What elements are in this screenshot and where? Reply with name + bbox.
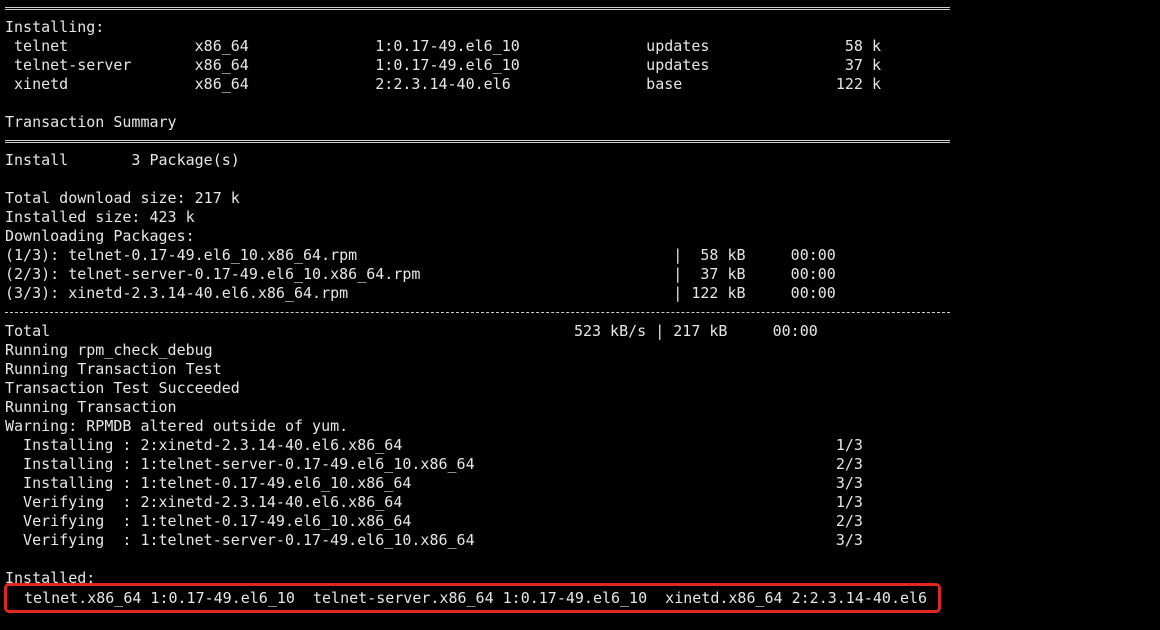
verify-progress-row: Verifying : 2:xinetd-2.3.14-40.el6.x86_6… xyxy=(5,493,863,511)
verify-progress-row: Verifying : 1:telnet-0.17-49.el6_10.x86_… xyxy=(5,512,863,530)
terminal-line: Transaction Test Succeeded xyxy=(5,379,240,397)
terminal-line: Installing: xyxy=(5,18,105,36)
package-row-xinetd: xinetd x86_64 2:2.3.14-40.el6 base 122 k xyxy=(5,75,881,93)
total-download-size: Total download size: 217 k xyxy=(5,189,240,207)
download-total: Total 523 kB/s | 217 kB 00:00 xyxy=(5,322,818,340)
terminal-line: Running Transaction xyxy=(5,398,177,416)
terminal-output[interactable]: Installing: telnet x86_64 1:0.17-49.el6_… xyxy=(5,0,1155,588)
downloading-heading: Downloading Packages: xyxy=(5,227,195,245)
separator-dashed xyxy=(5,303,1155,322)
terminal-line: Running rpm_check_debug xyxy=(5,341,213,359)
separator-double xyxy=(5,132,1155,151)
terminal-line: Running Transaction Test xyxy=(5,360,222,378)
install-progress-row: Installing : 1:telnet-0.17-49.el6_10.x86… xyxy=(5,474,863,492)
install-count: Install 3 Package(s) xyxy=(5,151,240,169)
download-row: (1/3): telnet-0.17-49.el6_10.x86_64.rpm … xyxy=(5,246,836,264)
separator-double xyxy=(5,0,1155,18)
download-row: (2/3): telnet-server-0.17-49.el6_10.x86_… xyxy=(5,265,836,283)
warning-line: Warning: RPMDB altered outside of yum. xyxy=(5,417,349,435)
download-row: (3/3): xinetd-2.3.14-40.el6.x86_64.rpm |… xyxy=(5,284,836,302)
install-progress-row: Installing : 2:xinetd-2.3.14-40.el6.x86_… xyxy=(5,436,863,454)
verify-progress-row: Verifying : 1:telnet-server-0.17-49.el6_… xyxy=(5,531,863,549)
installed-size: Installed size: 423 k xyxy=(5,208,195,226)
installed-packages-list: telnet.x86_64 1:0.17-49.el6_10 telnet-se… xyxy=(24,589,928,607)
package-row-telnet: telnet x86_64 1:0.17-49.el6_10 updates 5… xyxy=(5,37,881,55)
transaction-summary-heading: Transaction Summary xyxy=(5,113,177,131)
package-row-telnet-server: telnet-server x86_64 1:0.17-49.el6_10 up… xyxy=(5,56,881,74)
install-progress-row: Installing : 1:telnet-server-0.17-49.el6… xyxy=(5,455,863,473)
